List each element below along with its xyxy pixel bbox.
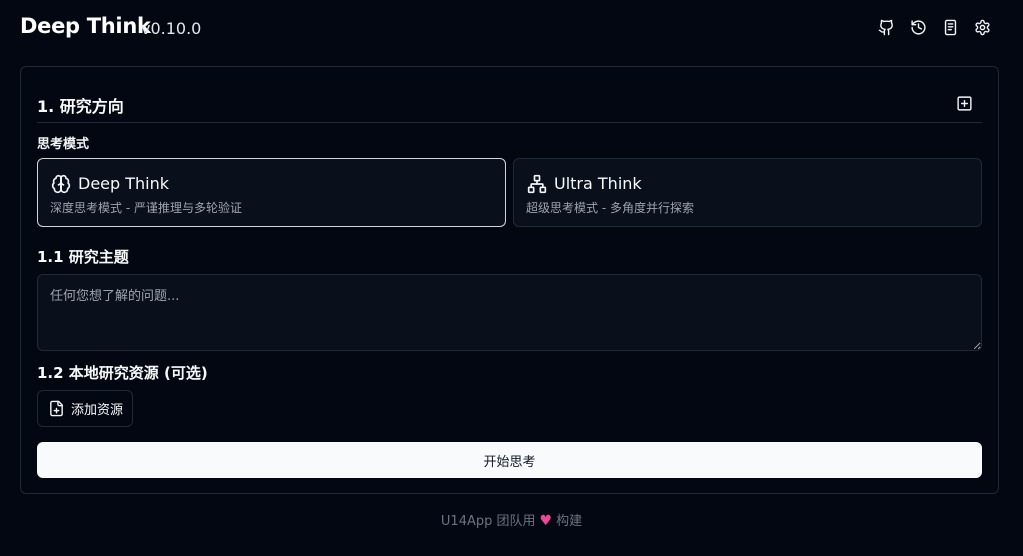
mode-option-deep-think[interactable]: Deep Think 深度思考模式 - 严谨推理与多轮验证 <box>37 158 506 227</box>
footer: U14App 团队用 ♥ 构建 <box>0 510 1023 529</box>
thinking-mode-label: 思考模式 <box>37 137 90 152</box>
footer-suffix: 构建 <box>556 514 583 529</box>
footer-prefix: U14App 团队用 <box>440 514 536 529</box>
add-resource-label: 添加资源 <box>71 403 124 418</box>
notebook-icon[interactable] <box>940 17 960 37</box>
mode-description: 深度思考模式 - 严谨推理与多轮验证 <box>50 201 242 215</box>
app-version: v0.10.0 <box>141 19 202 38</box>
github-icon[interactable] <box>876 17 896 37</box>
network-icon <box>527 174 547 194</box>
app-title: Deep Think <box>20 14 151 38</box>
heart-icon: ♥ <box>539 513 553 529</box>
section-divider <box>37 122 982 123</box>
file-plus-icon <box>50 400 63 417</box>
mode-option-ultra-think[interactable]: Ultra Think 超级思考模式 - 多角度并行探索 <box>513 158 982 227</box>
app-header: Deep Think v0.10.0 <box>0 0 1023 56</box>
mode-description: 超级思考模式 - 多角度并行探索 <box>526 201 694 215</box>
header-toolbar <box>876 17 992 37</box>
local-resources-label: 1.2 本地研究资源 (可选) <box>37 364 208 382</box>
research-direction-card: 1. 研究方向 思考模式 Deep Think 深度思考模式 - 严谨推理与多轮… <box>20 66 999 494</box>
square-plus-icon[interactable] <box>955 94 973 112</box>
research-topic-label: 1.1 研究主题 <box>37 248 129 266</box>
add-resource-button[interactable]: 添加资源 <box>37 390 133 427</box>
section-title: 1. 研究方向 <box>37 97 124 116</box>
start-thinking-button[interactable]: 开始思考 <box>37 442 982 478</box>
history-icon[interactable] <box>908 17 928 37</box>
research-topic-input[interactable] <box>37 274 982 351</box>
mode-name: Ultra Think <box>554 174 642 193</box>
settings-icon[interactable] <box>972 17 992 37</box>
brain-icon <box>51 174 71 194</box>
mode-name: Deep Think <box>78 174 170 193</box>
start-thinking-label: 开始思考 <box>483 454 536 470</box>
